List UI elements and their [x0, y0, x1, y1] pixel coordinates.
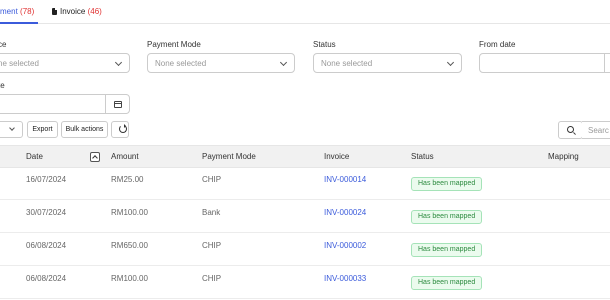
header-invoice[interactable]: Invoice — [324, 152, 349, 161]
from-date-input[interactable] — [479, 53, 605, 73]
payment-mode-label: Payment Mode — [147, 40, 201, 49]
payment-mode-placeholder: None selected — [155, 59, 207, 68]
status-badge: Has been mapped — [411, 177, 483, 191]
cell-amount: RM100.00 — [111, 208, 148, 217]
export-button[interactable]: Export — [27, 121, 58, 138]
source-select[interactable]: ne selected — [0, 53, 130, 73]
search-placeholder: Searc — [588, 126, 609, 135]
to-date-calendar-button[interactable] — [105, 94, 130, 114]
cell-amount: RM25.00 — [111, 175, 144, 184]
tab-payment-count: (78) — [20, 7, 35, 16]
payment-mode-select[interactable]: None selected — [147, 53, 295, 73]
tab-invoice-count: (46) — [87, 7, 102, 16]
cell-payment-mode: CHIP — [202, 175, 222, 184]
chevron-down-icon — [9, 125, 15, 131]
table-row[interactable]: 06/08/2024 RM100.00 CHIP INV-000033 Has … — [0, 267, 610, 299]
tab-invoice-label: Invoice — [60, 7, 86, 16]
tab-payment[interactable]: yment (78) — [0, 0, 39, 24]
invoice-link[interactable]: INV-000002 — [324, 241, 366, 250]
status-badge: Has been mapped — [411, 276, 483, 290]
search-button[interactable] — [558, 121, 583, 139]
bulk-actions-button[interactable]: Bulk actions — [61, 121, 108, 138]
header-status[interactable]: Status — [411, 152, 434, 161]
tab-invoice[interactable]: Invoice (46) — [52, 0, 102, 24]
source-filter-label: ce — [0, 40, 7, 49]
source-select-placeholder: ne selected — [0, 59, 39, 68]
cell-date: 30/07/2024 — [26, 208, 67, 217]
table-row[interactable]: 06/08/2024 RM650.00 CHIP INV-000002 Has … — [0, 234, 610, 266]
header-mapping[interactable]: Mapping — [548, 152, 579, 161]
header-amount[interactable]: Amount — [111, 152, 139, 161]
page-size-select[interactable] — [0, 121, 23, 138]
from-date-label: From date — [479, 40, 516, 49]
status-badge: Has been mapped — [411, 243, 483, 257]
cell-date: 06/08/2024 — [26, 241, 67, 250]
invoice-link[interactable]: INV-000014 — [324, 175, 366, 184]
cell-payment-mode: CHIP — [202, 274, 222, 283]
document-icon — [52, 8, 57, 15]
tab-payment-label: yment — [0, 7, 18, 16]
chevron-down-icon — [114, 58, 123, 67]
status-select[interactable]: None selected — [313, 53, 462, 73]
search-icon — [567, 126, 574, 133]
calendar-icon — [114, 101, 122, 108]
refresh-icon — [119, 124, 127, 133]
refresh-button[interactable] — [111, 121, 129, 138]
invoice-link[interactable]: INV-000024 — [324, 208, 366, 217]
to-date-label: te — [0, 81, 5, 90]
cell-date: 16/07/2024 — [26, 175, 67, 184]
tab-bar: yment (78) Invoice (46) — [0, 0, 610, 24]
cell-amount: RM100.00 — [111, 274, 148, 283]
from-date-calendar-button[interactable] — [604, 53, 610, 73]
cell-amount: RM650.00 — [111, 241, 148, 250]
cell-payment-mode: Bank — [202, 208, 221, 217]
cell-date: 06/08/2024 — [26, 274, 67, 283]
status-select-placeholder: None selected — [321, 59, 373, 68]
search-input[interactable]: Searc — [582, 121, 610, 139]
status-badge: Has been mapped — [411, 210, 483, 224]
table-row[interactable]: 16/07/2024 RM25.00 CHIP INV-000014 Has b… — [0, 168, 610, 200]
table-header: Date Amount Payment Mode Invoice Status … — [0, 145, 610, 168]
cell-payment-mode: CHIP — [202, 241, 222, 250]
invoice-link[interactable]: INV-000033 — [324, 274, 366, 283]
status-filter-label: Status — [313, 40, 336, 49]
chevron-down-icon — [446, 58, 455, 67]
header-date[interactable]: Date — [26, 152, 43, 161]
sort-icon[interactable] — [90, 152, 100, 162]
to-date-input[interactable] — [0, 94, 106, 114]
header-payment-mode[interactable]: Payment Mode — [202, 152, 256, 161]
chevron-down-icon — [279, 58, 288, 67]
table-row[interactable]: 30/07/2024 RM100.00 Bank INV-000024 Has … — [0, 201, 610, 233]
